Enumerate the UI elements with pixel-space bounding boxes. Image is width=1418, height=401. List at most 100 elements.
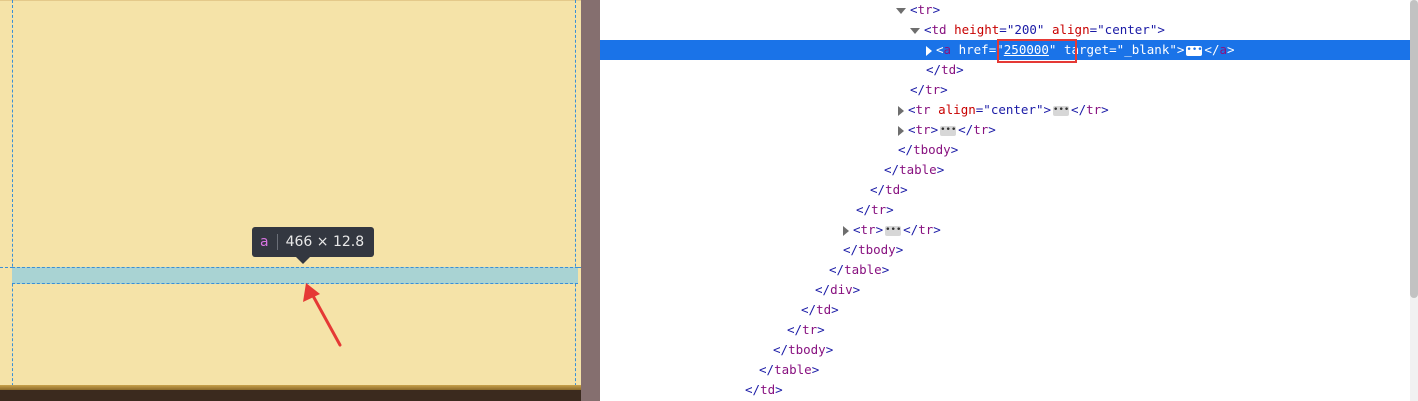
dom-node[interactable]: <tr align="center"> ••• </tr> bbox=[600, 100, 1410, 120]
ellipsis-icon[interactable]: ••• bbox=[885, 225, 901, 236]
guide-line-right bbox=[575, 0, 576, 401]
dom-node[interactable]: </td> bbox=[600, 180, 1410, 200]
dom-node[interactable]: <tr> ••• </tr> bbox=[600, 220, 1410, 240]
dom-node-content: </table> bbox=[759, 360, 819, 380]
tag-bracket: </ bbox=[1204, 42, 1220, 57]
preview-top-edge bbox=[0, 0, 581, 1]
collapse-triangle-icon[interactable] bbox=[898, 125, 904, 136]
dom-node[interactable]: </table> bbox=[600, 260, 1410, 280]
attribute-name: height bbox=[954, 22, 1000, 37]
dom-node[interactable]: <td height="200" align="center"> bbox=[600, 20, 1410, 40]
tag-bracket: < bbox=[853, 222, 861, 237]
tag-bracket: > bbox=[875, 222, 884, 237]
tooltip-tag-name: a bbox=[260, 234, 269, 250]
dom-node-content: </tbody> bbox=[773, 340, 833, 360]
tag-bracket bbox=[947, 22, 955, 37]
tag-name: div bbox=[830, 282, 853, 297]
dom-node[interactable]: <tr> ••• </tr> bbox=[600, 120, 1410, 140]
collapse-triangle-icon[interactable] bbox=[898, 105, 904, 116]
tag-bracket: </ bbox=[801, 302, 817, 317]
dom-node-content: </div> bbox=[815, 280, 860, 300]
dom-node-content: <tr> bbox=[896, 0, 940, 20]
tag-name: td bbox=[941, 62, 957, 77]
tag-name: tr bbox=[860, 222, 876, 237]
tag-name: a bbox=[943, 42, 952, 57]
tag-bracket: > bbox=[956, 62, 964, 77]
tag-bracket: </ bbox=[903, 222, 919, 237]
element-size-tooltip: a 466 × 12.8 bbox=[252, 227, 375, 257]
tag-bracket: </ bbox=[926, 62, 942, 77]
dom-node-content: <a href="250000" target="_blank"> ••• </a> bbox=[926, 40, 1235, 60]
tag-bracket: > bbox=[895, 242, 904, 257]
tag-bracket: > bbox=[932, 2, 941, 17]
dom-node-content: </table> bbox=[884, 160, 944, 180]
attribute-value: "_blank" bbox=[1116, 42, 1177, 57]
dom-node[interactable]: </tr> bbox=[600, 200, 1410, 220]
dom-node[interactable]: </tr> bbox=[600, 80, 1410, 100]
tag-bracket: > bbox=[940, 82, 948, 97]
dom-node-content: </tbody> bbox=[898, 140, 958, 160]
dom-node[interactable]: </tbody> bbox=[600, 240, 1410, 260]
dom-node[interactable]: </td> bbox=[600, 60, 1410, 80]
tag-name: table bbox=[899, 162, 937, 177]
dom-node[interactable]: </div> bbox=[600, 280, 1410, 300]
dom-node-content: </tr> bbox=[787, 320, 825, 340]
dom-node[interactable]: </table> bbox=[600, 160, 1410, 180]
tag-name: tr bbox=[918, 222, 934, 237]
tag-name: tbody bbox=[913, 142, 951, 157]
ellipsis-icon[interactable]: ••• bbox=[1186, 45, 1203, 56]
tag-bracket: > bbox=[811, 362, 820, 377]
dom-node[interactable]: </table> bbox=[600, 360, 1410, 380]
expand-triangle-icon[interactable] bbox=[910, 27, 920, 34]
dom-node-content: </td> bbox=[870, 180, 908, 200]
tag-name: tr bbox=[871, 202, 887, 217]
tag-bracket: = bbox=[999, 22, 1007, 37]
dom-node[interactable]: </tbody> bbox=[600, 340, 1410, 360]
dom-node[interactable]: </td> bbox=[600, 300, 1410, 320]
scrollbar-thumb[interactable] bbox=[1410, 0, 1418, 298]
collapse-triangle-icon[interactable] bbox=[926, 45, 932, 56]
tag-name: tr bbox=[915, 122, 931, 137]
tag-bracket bbox=[931, 102, 939, 117]
attribute-name: href bbox=[958, 42, 989, 57]
dom-node[interactable]: </tbody> bbox=[600, 140, 1410, 160]
tag-bracket: > bbox=[930, 122, 939, 137]
ellipsis-icon[interactable]: ••• bbox=[1053, 105, 1069, 116]
dom-node[interactable]: <tr> bbox=[600, 0, 1410, 20]
collapse-triangle-icon[interactable] bbox=[843, 225, 849, 236]
tag-name: tr bbox=[802, 322, 818, 337]
dom-node[interactable]: </td> bbox=[600, 380, 1410, 400]
preview-bottom-dark bbox=[0, 390, 581, 401]
panel-divider[interactable] bbox=[581, 0, 600, 401]
tag-name: tbody bbox=[858, 242, 896, 257]
tag-name: a bbox=[1219, 42, 1228, 57]
tag-name: td bbox=[816, 302, 832, 317]
ellipsis-icon[interactable]: ••• bbox=[940, 125, 956, 136]
tag-bracket: </ bbox=[745, 382, 761, 397]
tag-name: td bbox=[760, 382, 776, 397]
tag-bracket: < bbox=[936, 42, 944, 57]
tag-bracket: </ bbox=[958, 122, 974, 137]
tag-bracket: > bbox=[1101, 102, 1109, 117]
tag-bracket: > bbox=[825, 342, 834, 357]
tag-bracket: > bbox=[817, 322, 825, 337]
tag-name: table bbox=[774, 362, 812, 377]
tag-bracket: </ bbox=[773, 342, 789, 357]
tag-bracket: > bbox=[881, 262, 890, 277]
dom-node-content: <tr> ••• </tr> bbox=[843, 220, 941, 240]
dom-node-content: <td height="200" align="center"> bbox=[910, 20, 1165, 40]
dom-node-content: </td> bbox=[801, 300, 839, 320]
tooltip-pointer bbox=[296, 257, 310, 264]
dom-node[interactable]: </tr> bbox=[600, 320, 1410, 340]
tag-name: tbody bbox=[788, 342, 826, 357]
tag-bracket: > bbox=[852, 282, 861, 297]
tag-bracket: = bbox=[1109, 42, 1117, 57]
tag-bracket: </ bbox=[870, 182, 886, 197]
expand-triangle-icon[interactable] bbox=[896, 7, 906, 14]
tag-bracket: </ bbox=[884, 162, 900, 177]
dom-node-content: </td> bbox=[745, 380, 783, 400]
tag-name: tr bbox=[917, 2, 933, 17]
tag-bracket: > bbox=[1043, 102, 1052, 117]
tag-bracket bbox=[1044, 22, 1052, 37]
tag-name: td bbox=[931, 22, 947, 37]
